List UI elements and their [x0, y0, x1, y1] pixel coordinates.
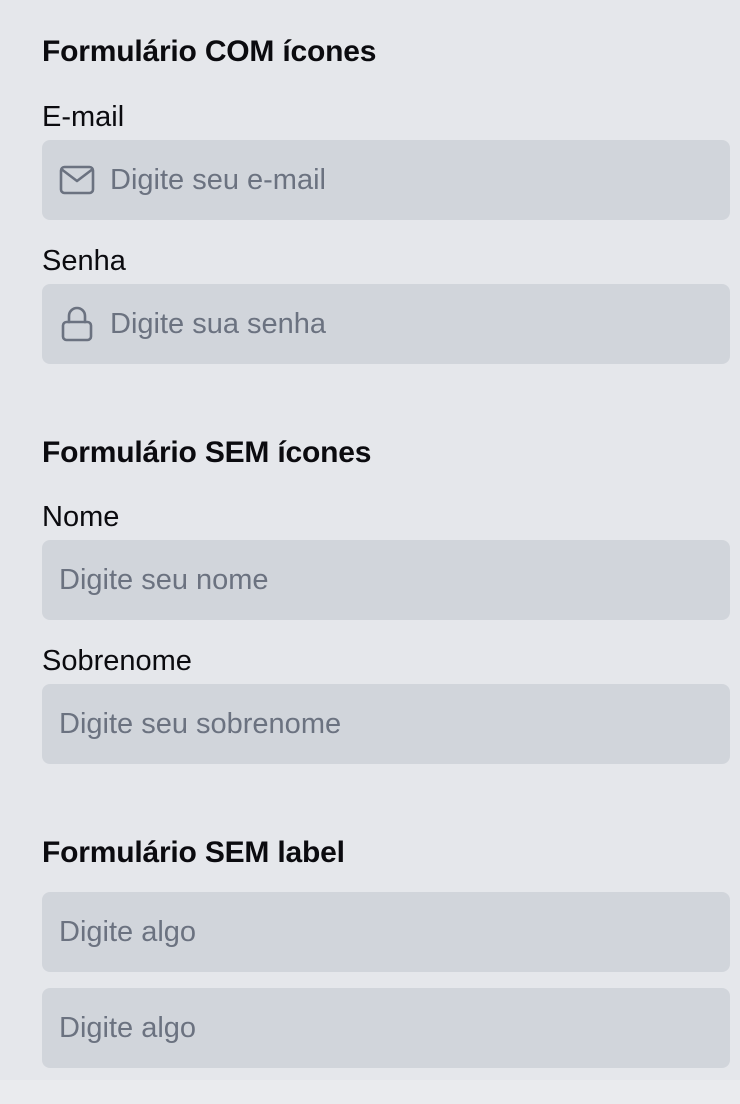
generic-input-box-2[interactable] — [42, 988, 730, 1068]
first-name-label: Nome — [42, 501, 120, 533]
form-without-labels: Formulário SEM label — [42, 835, 730, 1071]
generic-field-1[interactable] — [59, 892, 730, 972]
section-title-with-icons: Formulário COM ícones — [42, 35, 377, 68]
email-input-box[interactable] — [42, 140, 730, 220]
email-label: E-mail — [42, 101, 125, 133]
password-input-box[interactable] — [42, 284, 730, 364]
generic-input-box-1[interactable] — [42, 892, 730, 972]
last-name-label: Sobrenome — [42, 645, 192, 677]
first-name-input-box[interactable] — [42, 540, 730, 620]
form-without-icons: Formulário SEM ícones Nome Sobrenome — [42, 435, 730, 765]
page-bottom-edge — [0, 1080, 740, 1104]
form-with-icons: Formulário COM ícones E-mail Senha — [42, 34, 730, 364]
last-name-input-box[interactable] — [42, 684, 730, 764]
last-name-field[interactable] — [59, 684, 730, 764]
generic-field-2[interactable] — [59, 988, 730, 1068]
first-name-field[interactable] — [59, 540, 730, 620]
email-field[interactable] — [110, 140, 730, 220]
mail-icon — [59, 162, 95, 198]
password-field[interactable] — [110, 284, 730, 364]
section-title-without-labels: Formulário SEM label — [42, 836, 345, 869]
section-title-without-icons: Formulário SEM ícones — [42, 436, 372, 469]
password-label: Senha — [42, 245, 126, 277]
form-page: Formulário COM ícones E-mail Senha — [0, 0, 740, 1080]
lock-icon — [59, 306, 95, 342]
